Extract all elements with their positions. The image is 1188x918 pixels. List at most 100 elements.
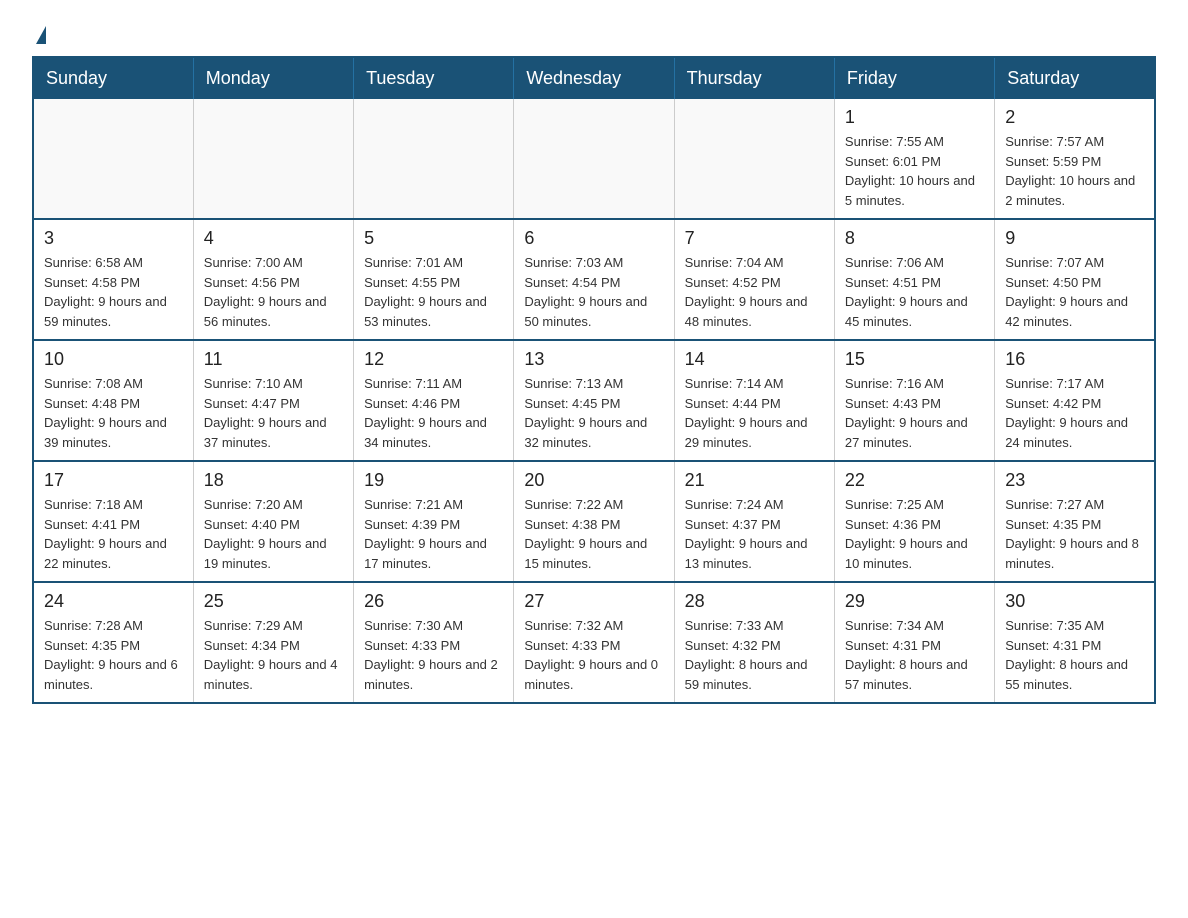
day-number: 1 [845,107,984,128]
week-row-0: 1 Sunrise: 7:55 AM Sunset: 6:01 PM Daylig… [33,99,1155,219]
calendar-cell: 1 Sunrise: 7:55 AM Sunset: 6:01 PM Daylig… [834,99,994,219]
day-number: 5 [364,228,503,249]
calendar-cell: 18 Sunrise: 7:20 AM Sunset: 4:40 PM Dayli… [193,461,353,582]
day-number: 17 [44,470,183,491]
day-number: 4 [204,228,343,249]
day-info: Sunrise: 7:08 AM Sunset: 4:48 PM Dayligh… [44,374,183,452]
day-info: Sunrise: 6:58 AM Sunset: 4:58 PM Dayligh… [44,253,183,331]
day-info: Sunrise: 7:13 AM Sunset: 4:45 PM Dayligh… [524,374,663,452]
day-info: Sunrise: 7:29 AM Sunset: 4:34 PM Dayligh… [204,616,343,694]
day-number: 3 [44,228,183,249]
day-number: 15 [845,349,984,370]
day-info: Sunrise: 7:22 AM Sunset: 4:38 PM Dayligh… [524,495,663,573]
calendar-cell [514,99,674,219]
day-info: Sunrise: 7:33 AM Sunset: 4:32 PM Dayligh… [685,616,824,694]
day-info: Sunrise: 7:04 AM Sunset: 4:52 PM Dayligh… [685,253,824,331]
calendar-cell: 24 Sunrise: 7:28 AM Sunset: 4:35 PM Dayli… [33,582,193,703]
day-info: Sunrise: 7:14 AM Sunset: 4:44 PM Dayligh… [685,374,824,452]
calendar-cell: 8 Sunrise: 7:06 AM Sunset: 4:51 PM Daylig… [834,219,994,340]
calendar-cell: 22 Sunrise: 7:25 AM Sunset: 4:36 PM Dayli… [834,461,994,582]
calendar-cell: 11 Sunrise: 7:10 AM Sunset: 4:47 PM Dayli… [193,340,353,461]
calendar-table: SundayMondayTuesdayWednesdayThursdayFrid… [32,56,1156,704]
day-number: 30 [1005,591,1144,612]
calendar-cell: 2 Sunrise: 7:57 AM Sunset: 5:59 PM Daylig… [995,99,1155,219]
calendar-cell: 10 Sunrise: 7:08 AM Sunset: 4:48 PM Dayli… [33,340,193,461]
weekday-header-wednesday: Wednesday [514,57,674,99]
day-info: Sunrise: 7:32 AM Sunset: 4:33 PM Dayligh… [524,616,663,694]
day-info: Sunrise: 7:55 AM Sunset: 6:01 PM Dayligh… [845,132,984,210]
calendar-cell: 21 Sunrise: 7:24 AM Sunset: 4:37 PM Dayli… [674,461,834,582]
calendar-cell: 4 Sunrise: 7:00 AM Sunset: 4:56 PM Daylig… [193,219,353,340]
calendar-cell [354,99,514,219]
calendar-cell: 30 Sunrise: 7:35 AM Sunset: 4:31 PM Dayli… [995,582,1155,703]
day-number: 26 [364,591,503,612]
day-number: 8 [845,228,984,249]
day-number: 14 [685,349,824,370]
calendar-cell: 16 Sunrise: 7:17 AM Sunset: 4:42 PM Dayli… [995,340,1155,461]
calendar-cell: 7 Sunrise: 7:04 AM Sunset: 4:52 PM Daylig… [674,219,834,340]
day-number: 18 [204,470,343,491]
calendar-cell: 27Sunrise: 7:32 AM Sunset: 4:33 PM Dayli… [514,582,674,703]
day-info: Sunrise: 7:07 AM Sunset: 4:50 PM Dayligh… [1005,253,1144,331]
day-info: Sunrise: 7:35 AM Sunset: 4:31 PM Dayligh… [1005,616,1144,694]
logo [32,24,46,40]
calendar-cell [674,99,834,219]
day-info: Sunrise: 7:00 AM Sunset: 4:56 PM Dayligh… [204,253,343,331]
day-info: Sunrise: 7:18 AM Sunset: 4:41 PM Dayligh… [44,495,183,573]
day-info: Sunrise: 7:28 AM Sunset: 4:35 PM Dayligh… [44,616,183,694]
day-number: 22 [845,470,984,491]
day-info: Sunrise: 7:06 AM Sunset: 4:51 PM Dayligh… [845,253,984,331]
day-number: 7 [685,228,824,249]
day-info: Sunrise: 7:01 AM Sunset: 4:55 PM Dayligh… [364,253,503,331]
calendar-cell: 26 Sunrise: 7:30 AM Sunset: 4:33 PM Dayli… [354,582,514,703]
calendar-cell: 9Sunrise: 7:07 AM Sunset: 4:50 PM Daylig… [995,219,1155,340]
week-row-1: 3 Sunrise: 6:58 AM Sunset: 4:58 PM Daylig… [33,219,1155,340]
calendar-cell: 19 Sunrise: 7:21 AM Sunset: 4:39 PM Dayli… [354,461,514,582]
day-info: Sunrise: 7:27 AM Sunset: 4:35 PM Dayligh… [1005,495,1144,573]
day-number: 21 [685,470,824,491]
weekday-header-friday: Friday [834,57,994,99]
day-number: 28 [685,591,824,612]
day-info: Sunrise: 7:57 AM Sunset: 5:59 PM Dayligh… [1005,132,1144,210]
weekday-header-sunday: Sunday [33,57,193,99]
day-number: 12 [364,349,503,370]
day-number: 16 [1005,349,1144,370]
day-number: 2 [1005,107,1144,128]
weekday-header-monday: Monday [193,57,353,99]
day-number: 29 [845,591,984,612]
day-info: Sunrise: 7:11 AM Sunset: 4:46 PM Dayligh… [364,374,503,452]
day-info: Sunrise: 7:20 AM Sunset: 4:40 PM Dayligh… [204,495,343,573]
calendar-cell: 17 Sunrise: 7:18 AM Sunset: 4:41 PM Dayli… [33,461,193,582]
calendar-cell: 15 Sunrise: 7:16 AM Sunset: 4:43 PM Dayli… [834,340,994,461]
logo-triangle-icon [36,26,46,44]
day-info: Sunrise: 7:30 AM Sunset: 4:33 PM Dayligh… [364,616,503,694]
day-info: Sunrise: 7:10 AM Sunset: 4:47 PM Dayligh… [204,374,343,452]
day-info: Sunrise: 7:17 AM Sunset: 4:42 PM Dayligh… [1005,374,1144,452]
calendar-cell: 28 Sunrise: 7:33 AM Sunset: 4:32 PM Dayli… [674,582,834,703]
day-info: Sunrise: 7:34 AM Sunset: 4:31 PM Dayligh… [845,616,984,694]
day-number: 10 [44,349,183,370]
day-info: Sunrise: 7:21 AM Sunset: 4:39 PM Dayligh… [364,495,503,573]
day-info: Sunrise: 7:16 AM Sunset: 4:43 PM Dayligh… [845,374,984,452]
day-info: Sunrise: 7:25 AM Sunset: 4:36 PM Dayligh… [845,495,984,573]
week-row-2: 10 Sunrise: 7:08 AM Sunset: 4:48 PM Dayli… [33,340,1155,461]
day-number: 23 [1005,470,1144,491]
calendar-cell: 14 Sunrise: 7:14 AM Sunset: 4:44 PM Dayli… [674,340,834,461]
day-info: Sunrise: 7:24 AM Sunset: 4:37 PM Dayligh… [685,495,824,573]
day-number: 25 [204,591,343,612]
calendar-cell: 20 Sunrise: 7:22 AM Sunset: 4:38 PM Dayli… [514,461,674,582]
day-number: 6 [524,228,663,249]
weekday-header-saturday: Saturday [995,57,1155,99]
calendar-cell: 3 Sunrise: 6:58 AM Sunset: 4:58 PM Daylig… [33,219,193,340]
calendar-cell: 5 Sunrise: 7:01 AM Sunset: 4:55 PM Daylig… [354,219,514,340]
day-number: 20 [524,470,663,491]
calendar-cell: 12 Sunrise: 7:11 AM Sunset: 4:46 PM Dayli… [354,340,514,461]
day-number: 24 [44,591,183,612]
calendar-cell: 13Sunrise: 7:13 AM Sunset: 4:45 PM Dayli… [514,340,674,461]
day-number: 19 [364,470,503,491]
calendar-cell: 25 Sunrise: 7:29 AM Sunset: 4:34 PM Dayli… [193,582,353,703]
week-row-3: 17 Sunrise: 7:18 AM Sunset: 4:41 PM Dayli… [33,461,1155,582]
calendar-cell: 23 Sunrise: 7:27 AM Sunset: 4:35 PM Dayli… [995,461,1155,582]
weekday-header-tuesday: Tuesday [354,57,514,99]
day-number: 11 [204,349,343,370]
